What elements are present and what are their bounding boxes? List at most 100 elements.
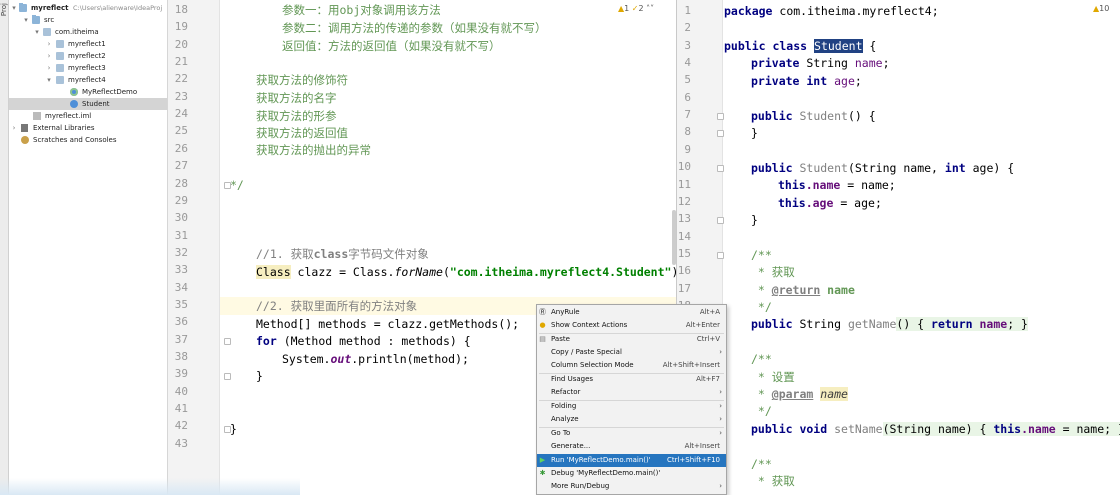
menu-item-column-selection[interactable]: Column Selection Mode Alt+Shift+Insert [537,359,726,372]
menu-item-folding[interactable]: Folding › [537,400,726,413]
code-line-3[interactable]: public class Student { [724,37,876,55]
chevron-down-icon[interactable]: ▾ [33,26,41,38]
code-line-24[interactable]: 获取方法的形参 [256,107,337,125]
code-line-24[interactable]: */ [751,402,772,420]
chevron-down-icon[interactable]: ˅ [650,4,654,13]
code-line-7[interactable]: public Student() { [751,107,876,125]
fold-marker-icon[interactable] [717,252,724,259]
code-line-28[interactable]: * 获取 [751,472,795,490]
keyword: public [751,109,793,123]
chevron-down-icon[interactable]: ▾ [45,74,53,86]
code-line-25[interactable]: 获取方法的返回值 [256,124,348,142]
fold-marker-icon[interactable] [717,217,724,224]
code-line-17[interactable]: * @return name [751,281,855,299]
code-line-28[interactable]: */ [230,176,244,194]
chevron-right-icon[interactable]: › [45,50,53,62]
code-line-15[interactable]: /** [751,246,772,264]
code-line-1[interactable]: package com.itheima.myreflect4; [724,2,939,20]
menu-item-run[interactable]: ▶ Run 'MyReflectDemo.main()' Ctrl+Shift+F1… [537,454,726,467]
project-tool-strip[interactable]: Proj [0,0,9,495]
menu-item-copy-paste-special[interactable]: Copy / Paste Special › [537,346,726,359]
code-line-37[interactable]: for (Method method : methods) { [256,332,471,350]
code-line-22[interactable]: * 设置 [751,368,795,386]
tree-item-iml[interactable]: myreflect.iml [9,110,167,122]
menu-item-anyrule[interactable]: Ⓡ AnyRule Alt+A [537,306,726,319]
code-line-25[interactable]: public void setName(String name) { this.… [751,420,1120,438]
code-line-27[interactable]: /** [751,455,772,473]
chevron-right-icon[interactable]: › [45,38,53,50]
code-line-21[interactable]: /** [751,350,772,368]
menu-item-more-run-debug[interactable]: More Run/Debug › [537,480,726,493]
menu-item-refactor[interactable]: Refactor › [537,386,726,399]
code-text: * [751,387,772,401]
code-line-33[interactable]: Class clazz = Class.forName("com.itheima… [256,263,685,281]
project-tab-label[interactable]: Proj [0,3,9,16]
code-line-19[interactable]: public String getName() { return name; } [751,315,1028,333]
fold-marker-icon[interactable] [717,130,724,137]
code-line-23[interactable]: 获取方法的名字 [256,89,337,107]
tree-root[interactable]: ▾ myreflect C:\Users\alienware\IdeaProj [9,2,167,14]
code-line-35[interactable]: //2. 获取里面所有的方法对象 [256,297,417,315]
fold-marker-icon[interactable] [224,338,231,345]
selected-class-name[interactable]: Student [814,39,863,53]
chevron-down-icon[interactable]: ▾ [22,14,30,26]
menu-item-show-context-actions[interactable]: ● Show Context Actions Alt+Enter [537,319,726,332]
folder-icon [19,3,27,12]
project-tree[interactable]: ▾ myreflect C:\Users\alienware\IdeaProj … [9,0,168,495]
method-call[interactable]: forName [394,265,442,279]
code-line-11[interactable]: this.name = name; [778,176,896,194]
menu-item-find-usages[interactable]: Find Usages Alt+F7 [537,373,726,386]
tree-item-scratches[interactable]: Scratches and Consoles [9,134,167,146]
tree-item-package-label: com.itheima [55,28,99,36]
tree-item-myreflect3[interactable]: › myreflect3 [9,62,167,74]
code-line-8[interactable]: } [751,124,758,142]
menu-item-debug[interactable]: ✱ Debug 'MyReflectDemo.main()' [537,467,726,480]
fold-marker-icon[interactable] [717,113,724,120]
editor-context-menu[interactable]: Ⓡ AnyRule Alt+A ● Show Context Actions Alt+E… [536,304,727,495]
code-line-32[interactable]: //1. 获取class字节码文件对象 [256,245,429,263]
tree-item-myreflectdemo[interactable]: MyReflectDemo [9,86,167,98]
code-line-4[interactable]: private String name; [751,54,890,72]
tree-item-external-libraries[interactable]: › External Libraries [9,122,167,134]
editor-student[interactable]: 1234567891011121314151617181920212223242… [676,0,1120,495]
code-line-16[interactable]: * 获取 [751,263,795,281]
code-line-13[interactable]: } [751,211,758,229]
menu-item-paste[interactable]: ▤ Paste Ctrl+V [537,333,726,346]
fold-marker-icon[interactable] [717,165,724,172]
code-line-26[interactable]: 获取方法的抛出的异常 [256,141,371,159]
inspection-widget[interactable]: ▲10 [1093,4,1109,13]
code-line-5[interactable]: private int age; [751,72,862,90]
code-line-22[interactable]: 获取方法的修饰符 [256,71,348,89]
fold-marker-icon[interactable] [224,373,231,380]
chevron-right-icon[interactable]: › [45,62,53,74]
fold-marker-icon[interactable] [224,426,231,433]
menu-item-generate[interactable]: Generate... Alt+Insert [537,440,726,453]
fold-marker-icon[interactable] [224,182,231,189]
class-reference[interactable]: Class [256,265,291,279]
tree-item-student[interactable]: Student [9,98,167,110]
inspection-widget[interactable]: ▲1 ✓2 ˄˅ [618,4,654,13]
code-line-23[interactable]: * @param name [751,385,848,403]
code-line-20[interactable]: 返回值：方法的返回值（如果没有就不写） [282,37,501,55]
code-line-12[interactable]: this.age = age; [778,194,882,212]
code-text: age) { [965,161,1015,175]
code-line-39[interactable]: } [256,367,263,385]
tree-item-myreflect1[interactable]: › myreflect1 [9,38,167,50]
tree-item-package[interactable]: ▾ com.itheima [9,26,167,38]
code-line-36[interactable]: Method[] methods = clazz.getMethods(); [256,315,519,333]
code-line-38[interactable]: System.out.println(method); [282,350,469,368]
code-line-18[interactable]: */ [751,298,772,316]
chevron-down-icon[interactable]: ▾ [10,2,18,14]
menu-item-goto[interactable]: Go To › [537,427,726,440]
tree-item-myreflect2[interactable]: › myreflect2 [9,50,167,62]
keyword: this [778,196,806,210]
tree-item-src[interactable]: ▾ src [9,14,167,26]
code-line-18[interactable]: 参数一：用obj对象调用该方法 [282,1,441,19]
code-line-19[interactable]: 参数二：调用方法的传递的参数（如果没有就不写） [282,19,547,37]
javadoc-tag: @param [771,387,814,401]
tree-item-myreflect4[interactable]: ▾ myreflect4 [9,74,167,86]
code-line-10[interactable]: public Student(String name, int age) { [751,159,1014,177]
menu-item-analyze[interactable]: Analyze › [537,413,726,426]
code-line-42[interactable]: } [230,420,237,438]
chevron-right-icon[interactable]: › [10,122,18,134]
